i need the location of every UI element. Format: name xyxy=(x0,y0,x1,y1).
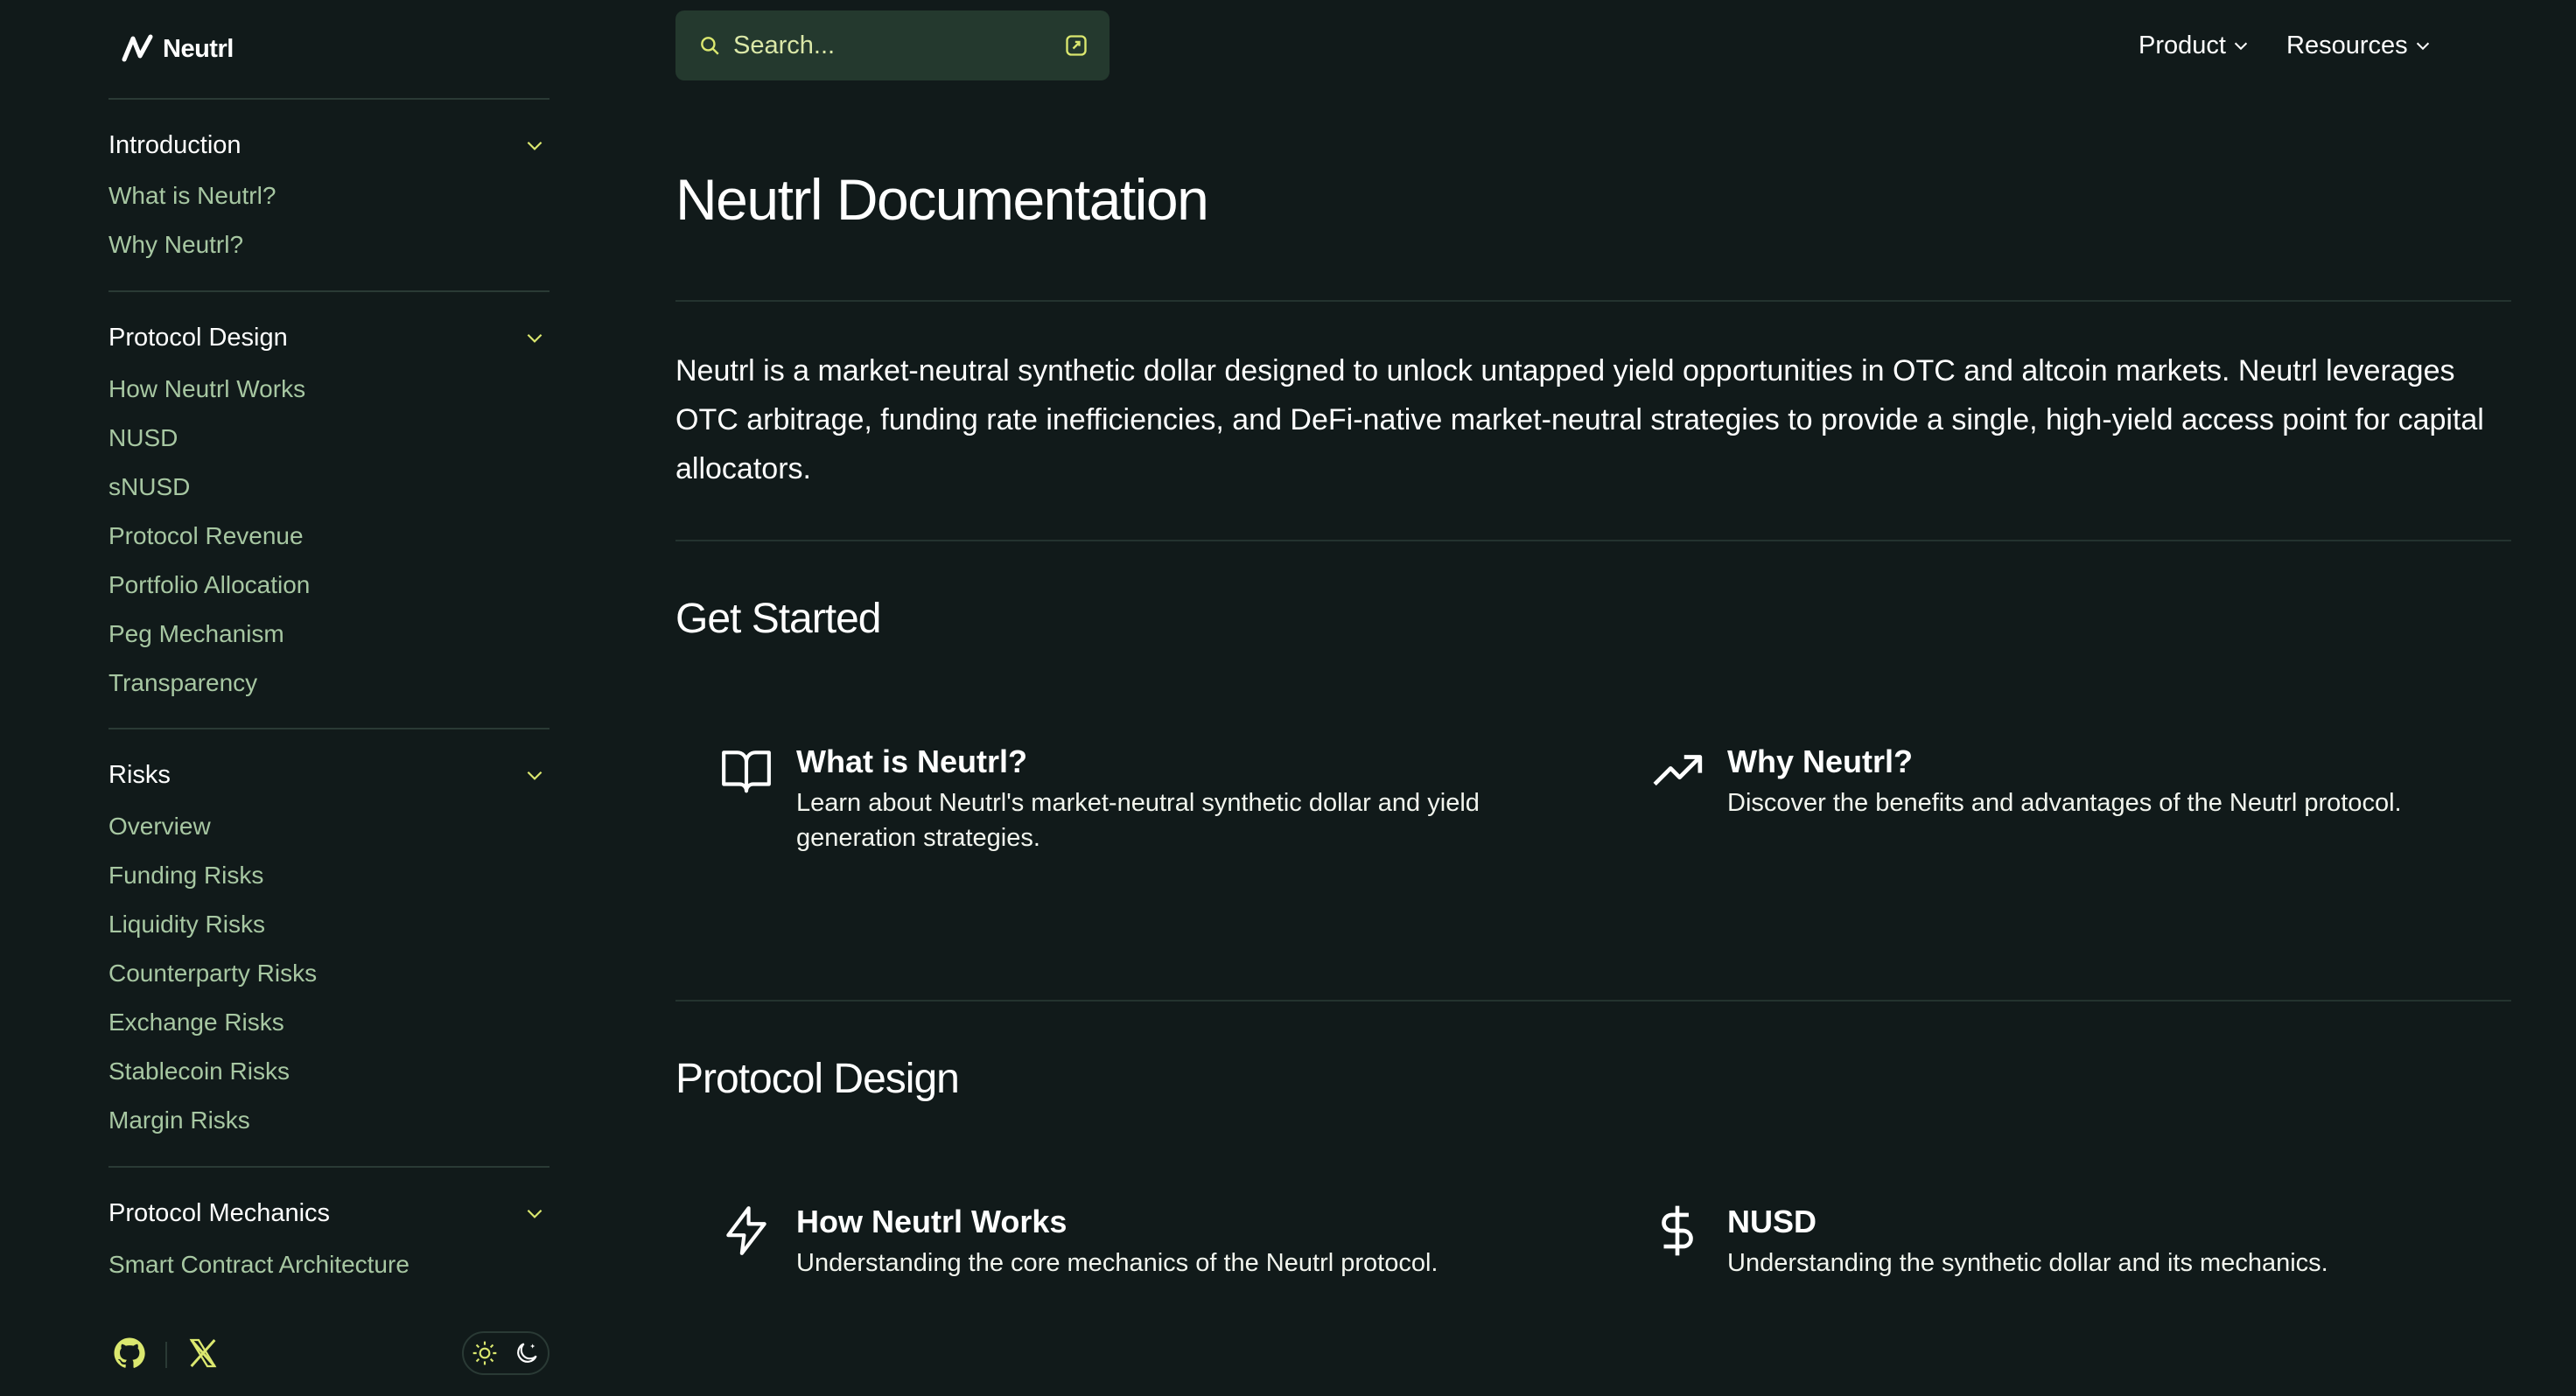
sidebar-item-snusd[interactable]: sNUSD xyxy=(108,470,190,505)
sidebar-section-protocol-mechanics[interactable]: Protocol Mechanics xyxy=(108,1196,550,1231)
chevron-down-icon xyxy=(2234,42,2248,51)
github-icon[interactable] xyxy=(112,1336,147,1371)
sidebar-item-what-is-neutrl[interactable]: What is Neutrl? xyxy=(108,178,276,213)
card-why-neutrl[interactable]: Why Neutrl? Discover the benefits and ad… xyxy=(1650,743,2490,857)
brand-logo[interactable]: Neutrl xyxy=(121,30,234,68)
sun-icon[interactable] xyxy=(471,1339,499,1367)
sidebar-section-title: Risks xyxy=(108,760,171,789)
sidebar-divider xyxy=(108,98,550,100)
book-open-icon xyxy=(722,750,771,793)
section-title-protocol-design: Protocol Design xyxy=(676,1056,960,1102)
chevron-down-icon xyxy=(527,1209,542,1218)
moon-icon[interactable] xyxy=(513,1339,541,1367)
sidebar-item-why-neutrl[interactable]: Why Neutrl? xyxy=(108,227,243,262)
nav-product[interactable]: Product xyxy=(2138,26,2250,65)
sidebar-item-overview[interactable]: Overview xyxy=(108,809,211,844)
main-divider xyxy=(676,1000,2511,1002)
lightning-icon xyxy=(726,1206,766,1255)
chevron-down-icon xyxy=(527,333,542,343)
main-divider xyxy=(676,540,2511,541)
chevron-down-icon xyxy=(527,771,542,780)
card-description: Learn about Neutrl's market-neutral synt… xyxy=(796,789,1480,852)
card-title: NUSD xyxy=(1727,1204,1817,1239)
theme-toggle[interactable] xyxy=(462,1331,550,1375)
search-input[interactable]: Search... xyxy=(733,31,1064,60)
search-icon xyxy=(701,37,719,55)
card-description: Discover the benefits and advantages of … xyxy=(1727,789,2402,817)
sidebar-item-nusd[interactable]: NUSD xyxy=(108,421,178,456)
main-divider xyxy=(676,300,2511,302)
trending-up-icon xyxy=(1653,755,1703,786)
sidebar: Neutrl Introduction What is Neutrl? Why … xyxy=(108,0,550,1396)
page-title: Neutrl Documentation xyxy=(676,167,1209,232)
section-title-get-started: Get Started xyxy=(676,596,881,642)
nav-resources-label: Resources xyxy=(2286,31,2408,59)
sidebar-item-protocol-revenue[interactable]: Protocol Revenue xyxy=(108,519,304,554)
card-description: Understanding the core mechanics of the … xyxy=(796,1249,1438,1277)
sidebar-footer xyxy=(108,1330,550,1377)
keyboard-shortcut-icon xyxy=(1066,35,1087,56)
x-icon[interactable] xyxy=(186,1336,220,1371)
card-what-is-neutrl[interactable]: What is Neutrl? Learn about Neutrl's mar… xyxy=(719,743,1577,857)
sidebar-item-how-neutrl-works[interactable]: How Neutrl Works xyxy=(108,372,305,407)
nav-resources[interactable]: Resources xyxy=(2286,26,2432,65)
sidebar-item-liquidity-risks[interactable]: Liquidity Risks xyxy=(108,907,265,942)
card-title: How Neutrl Works xyxy=(796,1204,1068,1239)
sidebar-section-title: Introduction xyxy=(108,130,242,159)
sidebar-section-introduction[interactable]: Introduction xyxy=(108,128,550,163)
neutrl-logo-icon xyxy=(122,34,153,62)
sidebar-section-risks[interactable]: Risks xyxy=(108,757,550,792)
sidebar-item-transparency[interactable]: Transparency xyxy=(108,666,257,701)
card-nusd[interactable]: NUSD Understanding the synthetic dollar … xyxy=(1650,1204,2490,1291)
intro-paragraph: Neutrl is a market-neutral synthetic dol… xyxy=(676,354,2484,485)
sidebar-item-smart-contract-architecture[interactable]: Smart Contract Architecture xyxy=(108,1247,410,1282)
card-title: What is Neutrl? xyxy=(796,743,1028,779)
sidebar-item-funding-risks[interactable]: Funding Risks xyxy=(108,858,263,893)
card-how-neutrl-works[interactable]: How Neutrl Works Understanding the core … xyxy=(719,1204,1577,1291)
sidebar-item-peg-mechanism[interactable]: Peg Mechanism xyxy=(108,617,284,652)
sidebar-divider xyxy=(108,290,550,292)
sidebar-section-protocol-design[interactable]: Protocol Design xyxy=(108,320,550,355)
search-bar[interactable]: Search... xyxy=(676,10,1110,80)
sidebar-item-margin-risks[interactable]: Margin Risks xyxy=(108,1103,250,1138)
sidebar-divider xyxy=(108,728,550,729)
sidebar-section-title: Protocol Design xyxy=(108,323,288,352)
chevron-down-icon xyxy=(2416,42,2429,51)
dollar-icon xyxy=(1662,1205,1693,1256)
sidebar-item-exchange-risks[interactable]: Exchange Risks xyxy=(108,1005,284,1040)
card-description: Understanding the synthetic dollar and i… xyxy=(1727,1249,2328,1277)
sidebar-item-stablecoin-risks[interactable]: Stablecoin Risks xyxy=(108,1054,290,1089)
sidebar-item-counterparty-risks[interactable]: Counterparty Risks xyxy=(108,956,317,991)
brand-name: Neutrl xyxy=(163,34,234,63)
sidebar-divider xyxy=(108,1166,550,1168)
sidebar-section-title: Protocol Mechanics xyxy=(108,1198,331,1227)
footer-separator xyxy=(165,1342,167,1368)
card-title: Why Neutrl? xyxy=(1727,743,1913,779)
nav-product-label: Product xyxy=(2138,31,2226,59)
sidebar-item-portfolio-allocation[interactable]: Portfolio Allocation xyxy=(108,568,310,603)
chevron-down-icon xyxy=(527,141,542,150)
